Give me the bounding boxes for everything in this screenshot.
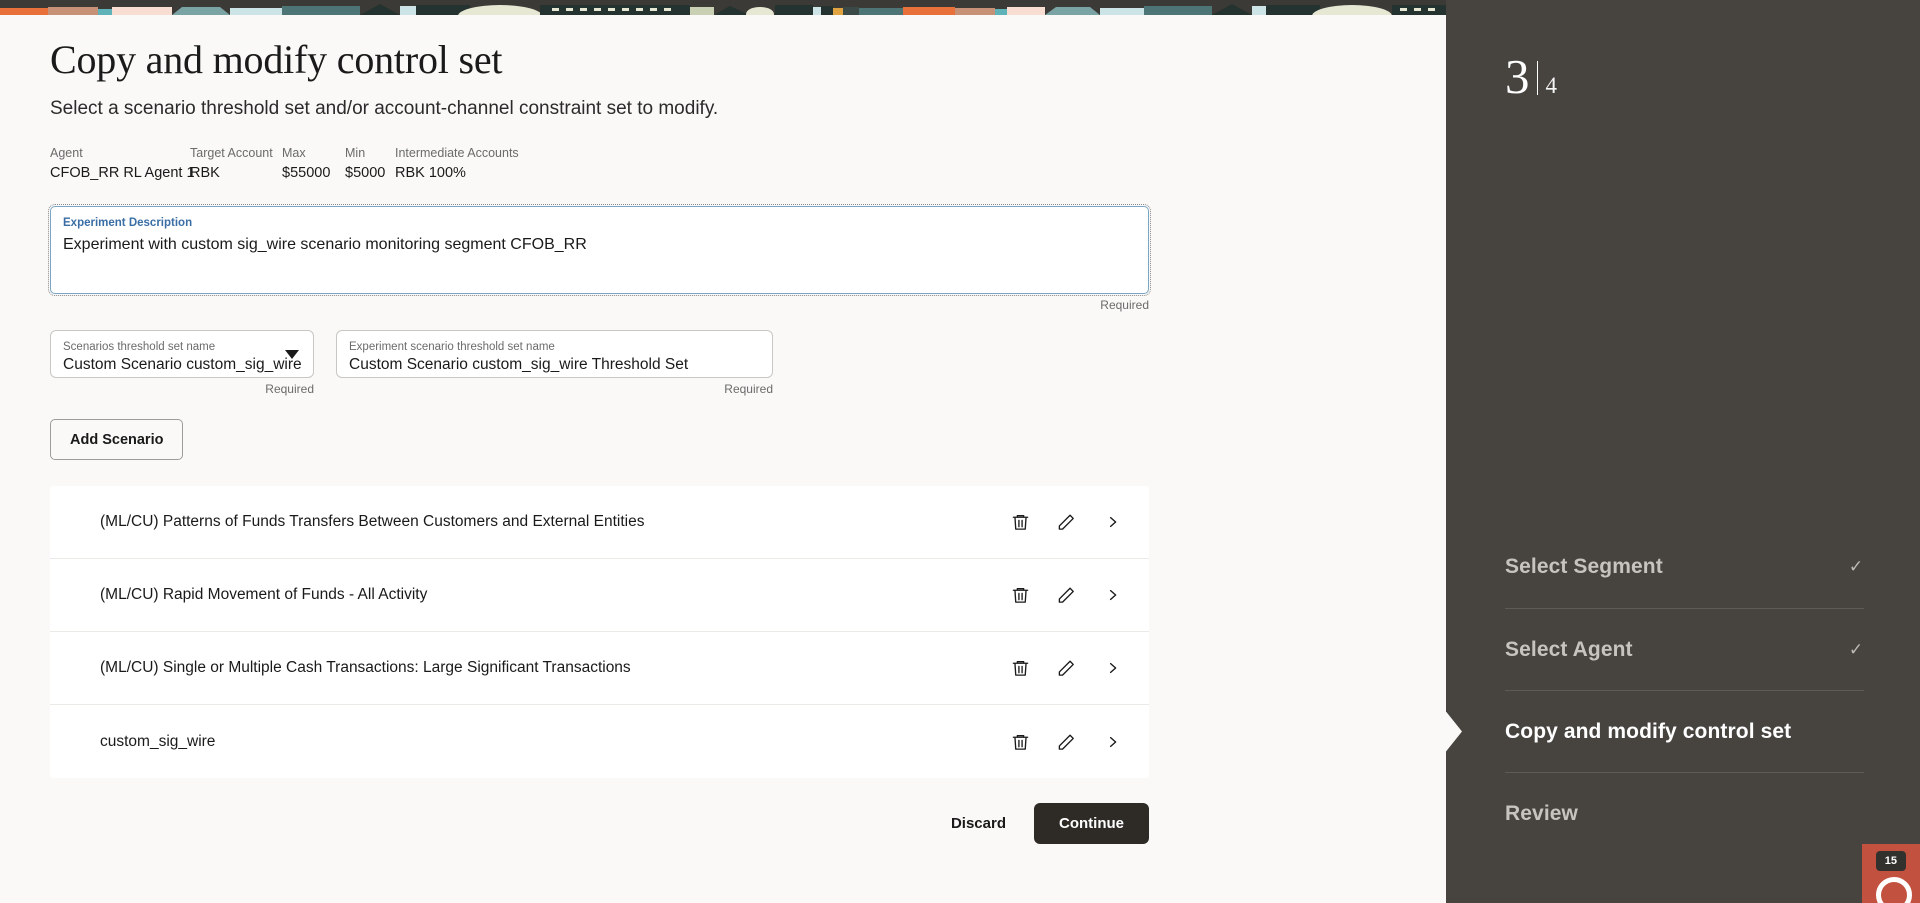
experiment-threshold-field-col: Experiment scenario threshold set name C… [336,330,773,397]
sidebar-item-select-segment[interactable]: Select Segment ✓ [1505,526,1864,608]
main-content-pane: Copy and modify control set Select a sce… [0,0,1446,903]
step-separator [1536,61,1538,95]
sidebar-item-copy-and-modify-control-set[interactable]: Copy and modify control set [1446,690,1864,772]
summary-label-min: Min [345,146,366,160]
summary-label-max: Max [282,146,306,160]
step-counter: 3 4 [1505,52,1864,101]
scenario-name: (ML/CU) Single or Multiple Cash Transact… [100,659,631,676]
footer-actions: Discard Continue [50,803,1149,844]
chevron-down-icon[interactable] [285,350,299,359]
row-actions [1007,509,1125,535]
summary-label-intermediate-accounts: Intermediate Accounts [395,146,519,160]
corner-widget[interactable]: 15 [1862,844,1920,903]
scenario-list: (ML/CU) Patterns of Funds Transfers Betw… [50,486,1149,778]
ring-icon [1876,877,1912,903]
experiment-description-field-wrap: Experiment Description Experiment with c… [48,204,1396,313]
page-body: Copy and modify control set Select a sce… [0,15,1446,844]
chevron-right-icon[interactable] [1099,509,1125,535]
table-row[interactable]: custom_sig_wire [50,705,1149,778]
trash-icon[interactable] [1007,509,1033,535]
experiment-threshold-value: Custom Scenario custom_sig_wire Threshol… [349,356,689,373]
row-actions [1007,582,1125,608]
pencil-icon[interactable] [1053,509,1079,535]
discard-button[interactable]: Discard [937,805,1020,842]
experiment-threshold-helper: Required [724,382,773,396]
app-screen: Copy and modify control set Select a sce… [0,0,1920,903]
trash-icon[interactable] [1007,729,1033,755]
chevron-right-icon[interactable] [1099,729,1125,755]
threshold-selects-row: Scenarios threshold set name Custom Scen… [50,330,1396,397]
scenarios-threshold-select-value: Custom Scenario custom_sig_wire [63,356,301,373]
summary-value-min: $5000 [345,165,386,181]
pencil-icon[interactable] [1053,729,1079,755]
experiment-description-label: Experiment Description [63,217,193,229]
scenarios-threshold-select-col: Scenarios threshold set name Custom Scen… [50,330,314,397]
summary-item-min: Min $5000 [345,146,395,183]
scenarios-threshold-select-label: Scenarios threshold set name [63,341,216,353]
continue-button[interactable]: Continue [1034,803,1149,844]
wizard-nav-list: Select Segment ✓ Select Agent ✓ Copy and… [1446,526,1864,854]
corner-badge-count: 15 [1875,851,1906,871]
sidebar-item-select-agent[interactable]: Select Agent ✓ [1505,608,1864,690]
summary-item-max: Max $55000 [282,146,345,183]
banner-pattern-icon [0,0,1446,15]
experiment-threshold-input[interactable]: Experiment scenario threshold set name C… [336,330,773,378]
table-row[interactable]: (ML/CU) Rapid Movement of Funds - All Ac… [50,559,1149,632]
experiment-threshold-label: Experiment scenario threshold set name [349,341,555,353]
sidebar-item-label: Review [1505,801,1578,825]
check-icon: ✓ [1848,557,1864,577]
trash-icon[interactable] [1007,655,1033,681]
sidebar-item-label: Copy and modify control set [1505,719,1792,743]
scenarios-threshold-select[interactable]: Scenarios threshold set name Custom Scen… [50,330,314,378]
sidebar-item-label: Select Segment [1505,555,1663,578]
summary-value-max: $55000 [282,165,331,181]
summary-value-agent: CFOB_RR RL Agent 1 [50,165,195,181]
experiment-description-helper: Required [1100,298,1149,312]
summary-value-intermediate-accounts: RBK 100% [395,165,466,181]
summary-item-intermediate-accounts: Intermediate Accounts RBK 100% [395,146,519,183]
wizard-sidebar: 3 4 Select Segment ✓ Select Agent ✓ Copy… [1446,0,1920,903]
step-current: 3 [1505,49,1530,104]
add-scenario-button[interactable]: Add Scenario [50,419,184,460]
chevron-right-icon[interactable] [1099,655,1125,681]
row-actions [1007,655,1125,681]
active-step-pointer-icon [1446,711,1462,752]
scenario-name: custom_sig_wire [100,732,216,750]
summary-strip: Agent CFOB_RR RL Agent 1 Target Account … [50,146,1396,183]
summary-label-agent: Agent [50,146,83,160]
sidebar-item-review[interactable]: Review [1505,772,1864,854]
table-row[interactable]: (ML/CU) Patterns of Funds Transfers Betw… [50,486,1149,559]
summary-item-target-account: Target Account RBK [190,146,282,183]
trash-icon[interactable] [1007,582,1033,608]
pencil-icon[interactable] [1053,655,1079,681]
experiment-description-input[interactable]: Experiment Description Experiment with c… [48,204,1151,296]
chevron-right-icon[interactable] [1099,582,1125,608]
row-actions [1007,729,1125,755]
scenario-name: (ML/CU) Patterns of Funds Transfers Betw… [100,513,645,530]
summary-label-target-account: Target Account [190,146,273,160]
summary-value-target-account: RBK [190,165,220,181]
table-row[interactable]: (ML/CU) Single or Multiple Cash Transact… [50,632,1149,705]
scenario-name: (ML/CU) Rapid Movement of Funds - All Ac… [100,586,428,603]
step-total: 4 [1545,73,1558,98]
decorative-banner [0,0,1446,15]
check-icon: ✓ [1848,639,1864,660]
summary-item-agent: Agent CFOB_RR RL Agent 1 [50,146,195,183]
page-title: Copy and modify control set [50,37,503,82]
pencil-icon[interactable] [1053,582,1079,608]
experiment-description-value: Experiment with custom sig_wire scenario… [63,236,587,253]
scenarios-threshold-helper: Required [265,382,314,396]
page-subtitle: Select a scenario threshold set and/or a… [50,98,719,119]
sidebar-item-label: Select Agent [1505,637,1633,661]
